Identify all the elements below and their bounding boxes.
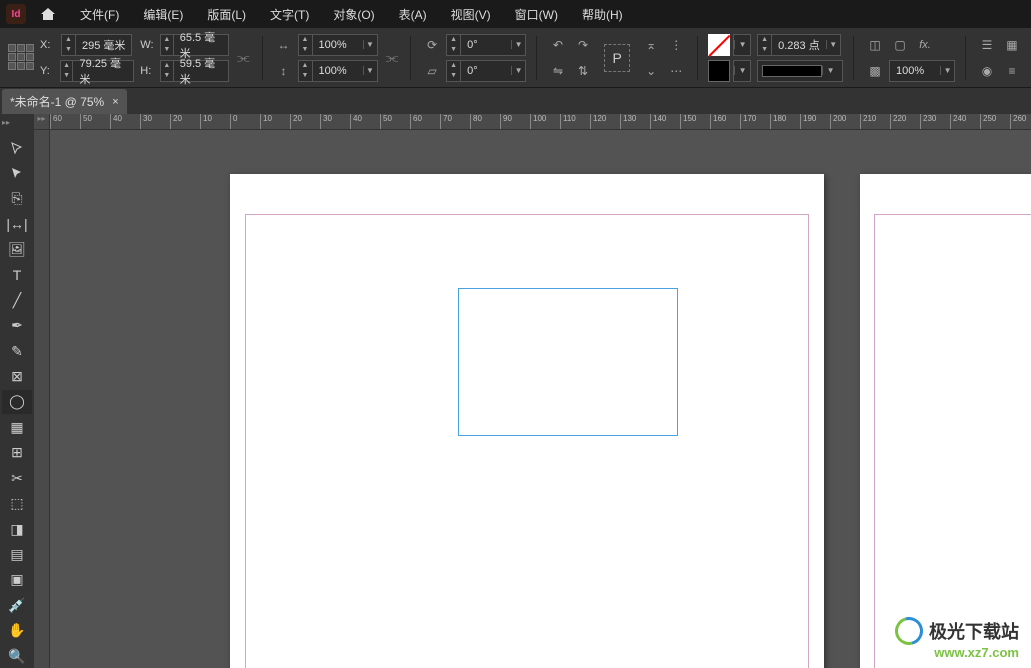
- rectangle-frame[interactable]: [458, 288, 678, 436]
- type-tool[interactable]: T: [2, 263, 32, 286]
- direct-selection-tool[interactable]: [2, 161, 32, 184]
- watermark: 极光下载站 www.xz7.com: [895, 617, 1019, 660]
- control-bar: X: ▲▼295 毫米 Y: ▲▼79.25 毫米 W: ▲▼65.5 毫米 H…: [0, 28, 1031, 88]
- y-label: Y:: [40, 65, 57, 77]
- menu-window[interactable]: 窗口(W): [505, 2, 568, 27]
- note-tool[interactable]: ▣: [2, 568, 32, 591]
- corner-icon[interactable]: ◫: [864, 34, 886, 56]
- shear-input[interactable]: ▲▼0°▼: [446, 60, 526, 82]
- text-wrap2-icon[interactable]: ▦: [1001, 34, 1023, 56]
- menu-view[interactable]: 视图(V): [441, 2, 501, 27]
- pen-tool[interactable]: ✒: [2, 314, 32, 337]
- rotate-input[interactable]: ▲▼0°▼: [446, 34, 526, 56]
- menu-edit[interactable]: 编辑(E): [133, 2, 193, 27]
- flip-v-icon[interactable]: ⇅: [572, 60, 594, 82]
- stroke-style-dropdown[interactable]: ▼: [757, 60, 843, 82]
- pencil-tool[interactable]: ✎: [2, 339, 32, 362]
- flip-h-icon[interactable]: ⇋: [547, 60, 569, 82]
- gradient-feather-tool[interactable]: ▤: [2, 543, 32, 566]
- h-label: H:: [140, 65, 157, 77]
- rotate-cw-icon[interactable]: ↷: [572, 34, 594, 56]
- watermark-url: www.xz7.com: [895, 645, 1019, 660]
- vertical-ruler[interactable]: [34, 130, 50, 668]
- scissors-tool[interactable]: ✂: [2, 466, 32, 489]
- page-tool[interactable]: ⎘: [2, 187, 32, 210]
- fill-swatch[interactable]: [708, 34, 730, 56]
- stroke-fill-swatch[interactable]: [708, 60, 730, 82]
- text-wrap3-icon[interactable]: ≡: [1001, 60, 1023, 82]
- y-input[interactable]: ▲▼79.25 毫米: [60, 60, 135, 82]
- align-top-icon[interactable]: ⌅: [640, 34, 662, 56]
- tab-title: *未命名-1 @ 75%: [10, 93, 104, 110]
- page-1: [230, 174, 824, 668]
- stroke-weight-input[interactable]: ▲▼0.283 点▼: [757, 34, 841, 56]
- w-label: W:: [140, 39, 157, 51]
- toolbox: ⎘ |↔| 🖼 T ╱ ✒ ✎ ⊠ ◯ ▦ ⊞ ✂ ⬚ ◨ ▤ ▣ 💉 ✋ 🔍: [0, 114, 34, 668]
- menu-bar: Id 文件(F) 编辑(E) 版面(L) 文字(T) 对象(O) 表(A) 视图…: [0, 0, 1031, 28]
- free-transform-tool[interactable]: ⬚: [2, 492, 32, 515]
- opacity-input[interactable]: 100%▼: [889, 60, 955, 82]
- fx-icon[interactable]: fx.: [914, 34, 936, 56]
- watermark-brand: 极光下载站: [929, 618, 1019, 644]
- grid-tool[interactable]: ▦: [2, 416, 32, 439]
- document-tab[interactable]: *未命名-1 @ 75% ×: [2, 89, 127, 114]
- reference-point[interactable]: [8, 44, 34, 72]
- page-2: ◂ ◂ ◂: [860, 174, 1031, 668]
- shear-icon: ▱: [421, 60, 443, 82]
- menu-table[interactable]: 表(A): [389, 2, 437, 27]
- opacity-icon: ▩: [864, 60, 886, 82]
- scale-y-input[interactable]: ▲▼100%▼: [298, 60, 378, 82]
- menu-object[interactable]: 对象(O): [323, 2, 384, 27]
- align-bottom-icon[interactable]: ⌄: [640, 60, 662, 82]
- page-2-margin: [874, 214, 1031, 668]
- menu-file[interactable]: 文件(F): [70, 2, 129, 27]
- scale-y-icon: ↕: [273, 60, 295, 82]
- app-icon: Id: [6, 4, 26, 24]
- w-input[interactable]: ▲▼65.5 毫米: [160, 34, 229, 56]
- rotate-icon: ⟳: [421, 34, 443, 56]
- gradient-swatch-tool[interactable]: ◨: [2, 517, 32, 540]
- p-frame-icon[interactable]: P: [604, 44, 630, 72]
- home-icon[interactable]: [36, 2, 60, 26]
- workspace: ⎘ |↔| 🖼 T ╱ ✒ ✎ ⊠ ◯ ▦ ⊞ ✂ ⬚ ◨ ▤ ▣ 💉 ✋ 🔍 …: [0, 114, 1031, 668]
- rotate-ccw-icon[interactable]: ↶: [547, 34, 569, 56]
- grid2-tool[interactable]: ⊞: [2, 441, 32, 464]
- selection-tool[interactable]: [2, 136, 32, 159]
- menu-help[interactable]: 帮助(H): [572, 2, 633, 27]
- page-1-margin: [245, 214, 809, 668]
- content-collector-tool[interactable]: 🖼: [2, 238, 32, 261]
- hand-tool[interactable]: ✋: [2, 619, 32, 642]
- zoom-tool[interactable]: 🔍: [2, 644, 32, 667]
- text-wrap1-icon[interactable]: ☰: [976, 34, 998, 56]
- align-distribute-icon[interactable]: ⋮: [665, 34, 687, 56]
- align-distribute2-icon[interactable]: ⋯: [665, 60, 687, 82]
- eyedropper-tool[interactable]: 💉: [2, 594, 32, 617]
- scale-x-input[interactable]: ▲▼100%▼: [298, 34, 378, 56]
- tab-close-icon[interactable]: ×: [112, 96, 118, 108]
- stroke-fill-dropdown[interactable]: ▼: [733, 60, 751, 82]
- menu-type[interactable]: 文字(T): [260, 2, 319, 27]
- constrain-wh-icon[interactable]: ⫘: [235, 40, 252, 76]
- wrap-icon[interactable]: ▢: [889, 34, 911, 56]
- pasteboard: ◂ ◂ ◂: [50, 130, 1031, 668]
- gap-tool[interactable]: |↔|: [2, 212, 32, 235]
- rectangle-frame-tool[interactable]: ⊠: [2, 365, 32, 388]
- line-tool[interactable]: ╱: [2, 289, 32, 312]
- menu-layout[interactable]: 版面(L): [197, 2, 256, 27]
- fill-dropdown[interactable]: ▼: [733, 34, 751, 56]
- drop-shadow-icon[interactable]: ◉: [976, 60, 998, 82]
- horizontal-ruler[interactable]: 6050403020100102030405060708090100110120…: [50, 114, 1031, 130]
- scale-x-icon: ↔: [273, 34, 295, 56]
- document-tabs: *未命名-1 @ 75% ×: [0, 88, 1031, 114]
- ellipse-tool[interactable]: ◯: [2, 390, 32, 413]
- h-input[interactable]: ▲▼59.5 毫米: [160, 60, 229, 82]
- canvas[interactable]: ▸▸ 6050403020100102030405060708090100110…: [34, 114, 1031, 668]
- constrain-scale-icon[interactable]: ⫘: [384, 40, 401, 76]
- x-input[interactable]: ▲▼295 毫米: [61, 34, 132, 56]
- x-label: X:: [40, 39, 58, 51]
- ruler-origin[interactable]: ▸▸: [34, 114, 50, 130]
